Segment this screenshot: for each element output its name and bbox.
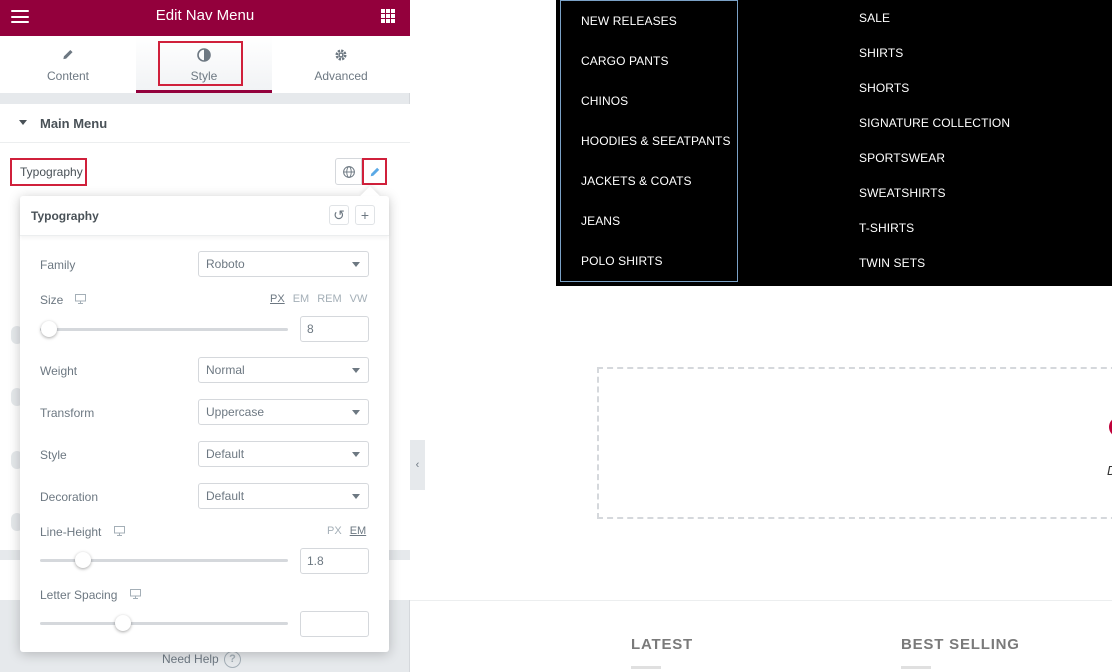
footer-heading-latest: LATEST bbox=[631, 636, 694, 653]
footer-heading-underline bbox=[901, 666, 931, 669]
text-decoration-select[interactable]: Default bbox=[198, 483, 369, 509]
menu-item[interactable]: T-SHIRTS bbox=[859, 221, 914, 235]
menu-item[interactable]: SIGNATURE COLLECTION bbox=[859, 116, 1010, 130]
main-menu-section[interactable]: Main Menu bbox=[0, 104, 410, 143]
footer-heading-best-selling: BEST SELLING bbox=[901, 636, 1020, 653]
menu-item[interactable]: NEW RELEASES bbox=[581, 14, 677, 28]
line-height-label: Line-Height bbox=[40, 525, 102, 539]
add-icon[interactable]: + bbox=[355, 205, 375, 225]
unit-vw[interactable]: VW bbox=[350, 293, 368, 305]
gear-icon bbox=[335, 49, 347, 61]
letter-spacing-label: Letter Spacing bbox=[40, 588, 118, 602]
typography-popover: Typography ↺ + Family Roboto Size PX EM RE… bbox=[20, 186, 389, 652]
font-family-value: Roboto bbox=[206, 257, 245, 271]
panel-header: Edit Nav Menu bbox=[0, 0, 410, 36]
line-height-slider-handle[interactable] bbox=[75, 552, 91, 568]
size-slider[interactable] bbox=[40, 328, 288, 331]
chevron-down-icon bbox=[352, 262, 360, 267]
menu-item[interactable]: SHORTS bbox=[859, 81, 909, 95]
menu-item[interactable]: CHINOS bbox=[581, 94, 628, 108]
menu-item[interactable]: SWEATSHIRTS bbox=[859, 186, 946, 200]
globe-icon bbox=[342, 165, 355, 178]
empty-widget-placeholder[interactable]: D bbox=[597, 367, 1112, 519]
menu-item[interactable]: SALE bbox=[859, 11, 890, 25]
typography-label: Typography bbox=[10, 158, 87, 186]
collapse-panel-toggle[interactable]: ‹ bbox=[410, 440, 425, 490]
unit-em[interactable]: EM bbox=[293, 293, 310, 305]
size-label: Size bbox=[40, 293, 64, 307]
family-label: Family bbox=[40, 258, 76, 272]
partial-text: D bbox=[1107, 463, 1112, 478]
menu-item[interactable]: JEANS bbox=[581, 214, 620, 228]
chevron-down-icon bbox=[352, 494, 360, 499]
caret-down-icon bbox=[19, 120, 27, 125]
chevron-down-icon bbox=[352, 368, 360, 373]
panel-tabs: Content Style Advanced bbox=[0, 36, 410, 93]
footer-divider bbox=[410, 600, 1112, 601]
font-weight-select[interactable]: Normal bbox=[198, 357, 369, 383]
style-label: Style bbox=[40, 448, 67, 462]
need-help-link[interactable]: Need Help bbox=[162, 652, 219, 666]
letter-spacing-input[interactable] bbox=[300, 611, 369, 637]
popover-header: Typography ↺ + bbox=[20, 196, 389, 236]
transform-label: Transform bbox=[40, 406, 95, 420]
monitor-icon[interactable] bbox=[75, 294, 86, 304]
size-slider-handle[interactable] bbox=[41, 321, 57, 337]
monitor-icon[interactable] bbox=[114, 526, 125, 536]
menu-item[interactable]: TWIN SETS bbox=[859, 256, 925, 270]
menu-item[interactable]: SHIRTS bbox=[859, 46, 903, 60]
text-decoration-value: Default bbox=[206, 489, 245, 503]
typography-control: Typography bbox=[0, 143, 410, 198]
reset-icon[interactable]: ↺ bbox=[329, 205, 349, 225]
menu-item[interactable]: POLO SHIRTS bbox=[581, 254, 663, 268]
popover-title: Typography bbox=[31, 209, 99, 223]
pencil-icon bbox=[370, 167, 379, 176]
weight-label: Weight bbox=[40, 364, 78, 378]
decoration-label: Decoration bbox=[40, 490, 99, 504]
mega-menu-preview: NEW RELEASES CARGO PANTS CHINOS HOODIES … bbox=[556, 0, 1112, 286]
chevron-down-icon bbox=[352, 410, 360, 415]
size-input[interactable]: 8 bbox=[300, 316, 369, 342]
letter-spacing-slider-handle[interactable] bbox=[115, 615, 131, 631]
unit-em[interactable]: EM bbox=[350, 525, 367, 537]
footer-heading-underline bbox=[631, 666, 661, 669]
font-weight-value: Normal bbox=[206, 363, 245, 377]
size-units: PX EM REM VW bbox=[262, 293, 367, 305]
menu-item[interactable]: JACKETS & COATS bbox=[581, 174, 692, 188]
menu-item[interactable]: HOODIES & SEEATPANTS bbox=[581, 134, 731, 148]
tab-content[interactable]: Content bbox=[0, 36, 136, 93]
text-transform-select[interactable]: Uppercase bbox=[198, 399, 369, 425]
section-title: Main Menu bbox=[40, 116, 108, 131]
monitor-icon[interactable] bbox=[130, 589, 141, 599]
unit-px[interactable]: PX bbox=[270, 293, 285, 305]
chevron-down-icon bbox=[352, 452, 360, 457]
tab-advanced-label: Advanced bbox=[314, 69, 368, 83]
unit-px[interactable]: PX bbox=[327, 525, 342, 537]
edit-typography-button[interactable] bbox=[362, 158, 387, 185]
pencil-icon bbox=[63, 49, 73, 60]
tab-style[interactable]: Style bbox=[136, 36, 272, 93]
panel-title: Edit Nav Menu bbox=[155, 7, 255, 24]
global-fonts-button[interactable] bbox=[335, 158, 362, 185]
text-transform-value: Uppercase bbox=[206, 405, 265, 419]
font-style-select[interactable]: Default bbox=[198, 441, 369, 467]
font-family-select[interactable]: Roboto bbox=[198, 251, 369, 277]
widgets-grid-icon[interactable] bbox=[381, 9, 395, 23]
menu-item[interactable]: CARGO PANTS bbox=[581, 54, 669, 68]
line-height-units: PX EM bbox=[319, 525, 366, 537]
font-style-value: Default bbox=[206, 447, 245, 461]
tab-advanced[interactable]: Advanced bbox=[272, 36, 410, 93]
letter-spacing-slider[interactable] bbox=[40, 622, 288, 625]
menu-item[interactable]: SPORTSWEAR bbox=[859, 151, 945, 165]
style-tab-highlight bbox=[158, 41, 243, 86]
question-icon[interactable]: ? bbox=[224, 651, 241, 668]
line-height-input[interactable]: 1.8 bbox=[300, 548, 369, 574]
unit-rem[interactable]: REM bbox=[317, 293, 341, 305]
tab-content-label: Content bbox=[46, 69, 90, 83]
